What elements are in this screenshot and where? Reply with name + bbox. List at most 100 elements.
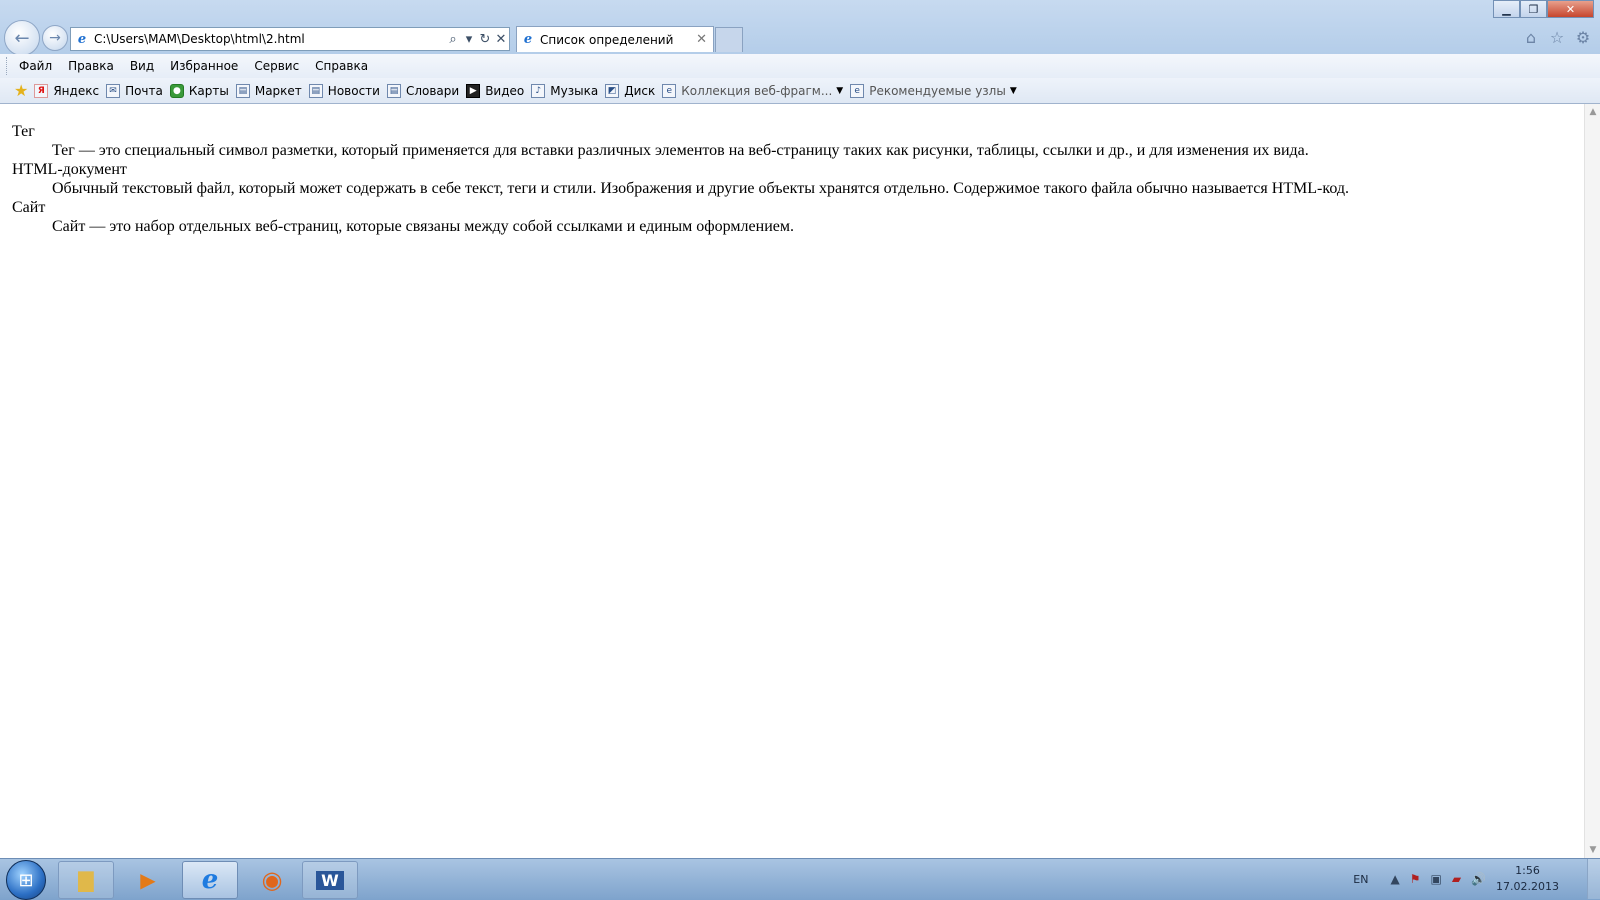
- menu-help[interactable]: Справка: [307, 59, 376, 73]
- refresh-icon[interactable]: ↻: [477, 32, 493, 47]
- taskbar-explorer[interactable]: ▇: [58, 861, 114, 899]
- fav-yandex[interactable]: Я Яндекс: [34, 83, 100, 98]
- fav-label: Музыка: [550, 83, 599, 98]
- menu-favorites[interactable]: Избранное: [162, 59, 246, 73]
- tab-title: Список определений: [540, 32, 674, 47]
- back-arrow-icon: ←: [14, 27, 30, 49]
- start-button[interactable]: ⊞: [6, 860, 46, 900]
- fav-market[interactable]: ▤ Маркет: [235, 83, 302, 98]
- network-icon[interactable]: ▰: [1452, 872, 1461, 886]
- mail-icon: ✉: [106, 83, 121, 98]
- search-icon[interactable]: ⌕: [445, 32, 461, 47]
- menu-tools[interactable]: Сервис: [246, 59, 307, 73]
- forward-arrow-icon: →: [49, 30, 61, 46]
- fav-disk[interactable]: ◩ Диск: [605, 83, 656, 98]
- dropdown-caret-icon[interactable]: ▼: [1010, 86, 1017, 96]
- fav-mail[interactable]: ✉ Почта: [106, 83, 163, 98]
- taskbar-internet-explorer[interactable]: e: [182, 861, 238, 899]
- forward-button[interactable]: →: [42, 25, 68, 51]
- close-window-button[interactable]: ✕: [1547, 0, 1594, 18]
- video-play-icon: ▶: [466, 83, 481, 98]
- scroll-down-icon[interactable]: ▼: [1585, 842, 1600, 858]
- definition-term: Тег: [12, 123, 35, 140]
- fav-label: Рекомендуемые узлы: [869, 83, 1006, 98]
- fav-news[interactable]: ▤ Новости: [308, 83, 380, 98]
- windows-logo-icon: ⊞: [18, 869, 34, 891]
- definition-term: HTML-документ: [12, 161, 127, 178]
- new-tab-button[interactable]: [715, 27, 743, 52]
- taskbar-media-player[interactable]: ▶: [120, 861, 176, 899]
- language-indicator[interactable]: EN: [1353, 873, 1368, 886]
- restore-button[interactable]: ❐: [1520, 0, 1547, 18]
- favorites-add-star-icon[interactable]: ★: [14, 81, 28, 100]
- tab-close-icon[interactable]: ✕: [696, 32, 707, 47]
- definition-description: Тег — это специальный символ разметки, к…: [52, 142, 1309, 159]
- maps-icon: ●: [169, 83, 184, 98]
- scroll-up-icon[interactable]: ▲: [1585, 104, 1600, 120]
- fav-label: Маркет: [254, 83, 302, 98]
- show-hidden-icons-icon[interactable]: ▲: [1390, 872, 1399, 886]
- menu-bar: Файл Правка Вид Избранное Сервис Справка: [0, 54, 1600, 78]
- fav-label: Яндекс: [53, 83, 100, 98]
- action-center-flag-icon[interactable]: ⚑: [1410, 872, 1421, 886]
- folder-icon: ▇: [78, 868, 94, 892]
- definition-description: Сайт — это набор отдельных веб-страниц, …: [52, 218, 794, 235]
- fav-suggested-sites[interactable]: e Рекомендуемые узлы ▼: [850, 83, 1017, 98]
- definition-list: Тег Тег — это специальный символ разметк…: [0, 104, 1584, 236]
- market-icon: ▤: [235, 83, 250, 98]
- show-desktop-button[interactable]: [1587, 859, 1600, 899]
- volume-icon[interactable]: 🔊: [1471, 872, 1486, 886]
- page-ie-icon: e: [77, 31, 87, 47]
- address-bar[interactable]: e C:\Users\MAM\Desktop\html\2.html ⌕ ▾ ↻…: [70, 27, 510, 51]
- clock-date: 17.02.2013: [1496, 880, 1559, 893]
- home-icon[interactable]: ⌂: [1522, 28, 1540, 47]
- page-viewport: Тег Тег — это специальный символ разметк…: [0, 104, 1584, 858]
- fav-video[interactable]: ▶ Видео: [466, 83, 525, 98]
- news-icon: ▤: [308, 83, 323, 98]
- vertical-scrollbar[interactable]: ▲ ▼: [1584, 104, 1600, 858]
- word-icon: W: [316, 870, 344, 890]
- definition-term: Сайт: [12, 199, 46, 216]
- music-icon: ♪: [531, 83, 546, 98]
- fav-music[interactable]: ♪ Музыка: [531, 83, 599, 98]
- stop-icon[interactable]: ✕: [493, 32, 509, 47]
- address-dropdown-icon[interactable]: ▾: [461, 32, 477, 47]
- internet-explorer-icon: e: [201, 865, 219, 895]
- browser-titlebar: ← → e C:\Users\MAM\Desktop\html\2.html ⌕…: [0, 0, 1600, 56]
- fav-label: Словари: [405, 83, 460, 98]
- minimize-button[interactable]: ▁: [1493, 0, 1520, 18]
- dictionaries-icon: ▤: [386, 83, 401, 98]
- fav-maps[interactable]: ● Карты: [169, 83, 229, 98]
- fav-label: Коллекция веб-фрагм...: [681, 83, 833, 98]
- clock-time: 1:56: [1515, 864, 1540, 877]
- menu-edit[interactable]: Правка: [60, 59, 122, 73]
- ie-page-icon: e: [662, 83, 677, 98]
- fav-label: Новости: [327, 83, 380, 98]
- fav-label: Карты: [188, 83, 229, 98]
- menu-view[interactable]: Вид: [122, 59, 162, 73]
- yandex-icon: Я: [34, 83, 49, 98]
- dropdown-caret-icon[interactable]: ▼: [836, 86, 843, 96]
- taskbar-word[interactable]: W: [302, 861, 358, 899]
- fav-label: Видео: [485, 83, 525, 98]
- back-button[interactable]: ←: [4, 20, 40, 56]
- device-icon[interactable]: ▣: [1430, 872, 1441, 886]
- disk-icon: ◩: [605, 83, 620, 98]
- fav-dictionaries[interactable]: ▤ Словари: [386, 83, 460, 98]
- menu-file[interactable]: Файл: [11, 59, 60, 73]
- browser-right-icons: ⌂ ☆ ⚙: [1522, 28, 1592, 47]
- window-controls: ▁ ❐ ✕: [1493, 0, 1594, 18]
- tools-gear-icon[interactable]: ⚙: [1574, 28, 1592, 47]
- address-text[interactable]: C:\Users\MAM\Desktop\html\2.html: [94, 32, 445, 46]
- fav-web-slice-gallery[interactable]: e Коллекция веб-фрагм... ▼: [662, 83, 843, 98]
- tab-active[interactable]: e Список определений ✕: [516, 26, 714, 52]
- clock[interactable]: 1:56 17.02.2013: [1496, 863, 1559, 895]
- media-player-icon: ▶: [140, 868, 156, 892]
- favorites-bar: ★ Я Яндекс ✉ Почта ● Карты ▤ Маркет ▤ Новости…: [0, 78, 1600, 104]
- favorites-star-icon[interactable]: ☆: [1548, 28, 1566, 47]
- firefox-icon: ◉: [261, 866, 283, 894]
- fav-label: Почта: [125, 83, 163, 98]
- fav-label: Диск: [624, 83, 656, 98]
- definition-description: Обычный текстовый файл, который может со…: [52, 180, 1350, 197]
- taskbar-firefox[interactable]: ◉: [244, 861, 300, 899]
